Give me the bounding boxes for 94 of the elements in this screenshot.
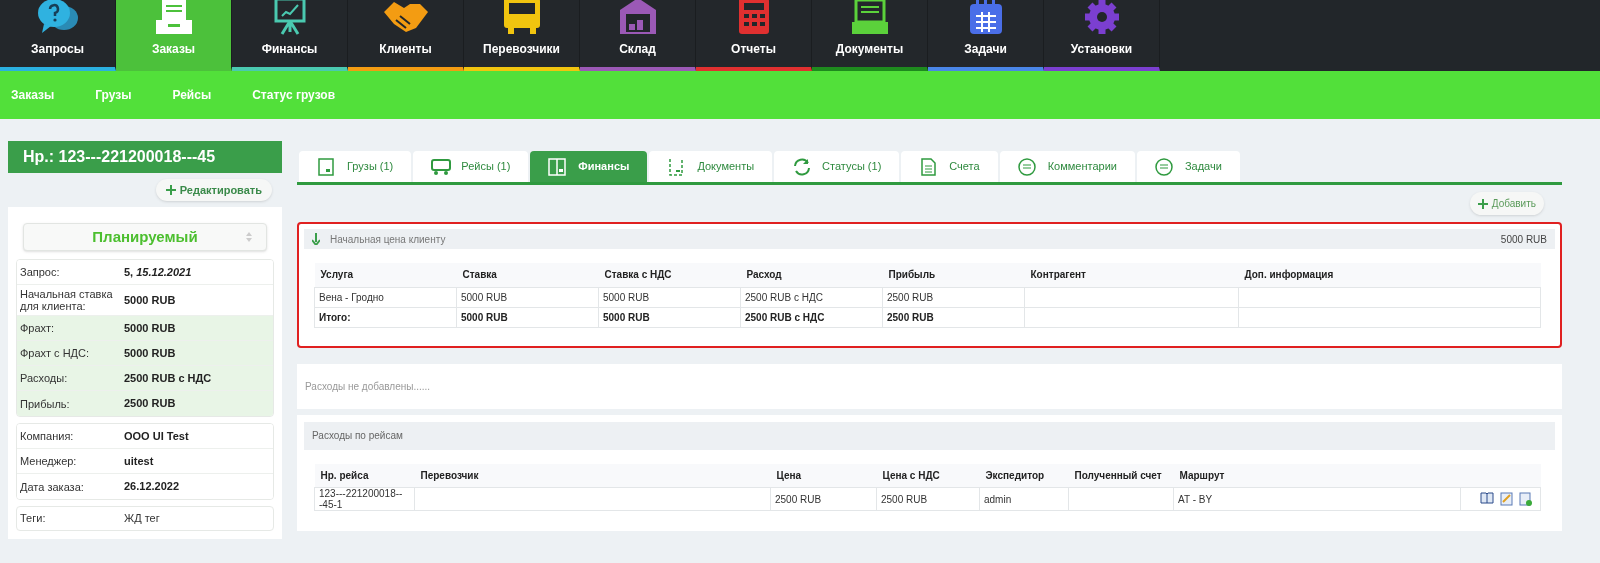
calendar-icon [967, 0, 1004, 36]
table-cell: admin [979, 487, 1069, 511]
calculator-icon [736, 0, 771, 36]
speech-bubble-icon [1154, 157, 1175, 176]
column-header: Перевозчик [414, 463, 771, 488]
column-header: Экспедитор [979, 463, 1069, 488]
info-label: Запрос: [19, 266, 61, 278]
help-chat-icon [35, 0, 80, 36]
table-cell: 2500 RUB с НДС [740, 307, 883, 327]
column-header: Цена с НДС [876, 463, 980, 488]
info-value: 5000 RUB [124, 292, 176, 308]
top-nav-item[interactable]: Склад [580, 0, 696, 71]
plus-icon [1477, 198, 1488, 209]
info-value: 2500 RUB с НДС [124, 370, 212, 386]
info-value: 26.12.2022 [124, 479, 180, 495]
table-cell: Вена - Гродно [314, 287, 457, 307]
tab[interactable]: Комментарии [999, 151, 1135, 182]
top-nav-item[interactable]: Документы [812, 0, 928, 71]
order-number-title: Нр.: 123---221200018---45 [8, 141, 282, 173]
info-value: uitest [124, 453, 154, 469]
column-header: Полученный счет [1068, 463, 1174, 488]
column-header: Услуга [314, 263, 457, 287]
inbox-tray-icon [153, 0, 194, 36]
section-title: Расходы по рейсам [304, 421, 1555, 450]
warehouse-icon [617, 0, 658, 36]
down-arrow-icon [312, 233, 320, 245]
tab[interactable]: Документы [649, 151, 773, 182]
info-label: Фрахт с НДС: [19, 347, 91, 359]
table-cell: 2500 RUB с НДС [740, 287, 883, 307]
edit-button[interactable]: Редактировать [155, 179, 272, 201]
panel-icon [548, 157, 569, 176]
top-nav-item[interactable]: Заказы [116, 0, 232, 71]
column-header: Ставка [456, 263, 599, 287]
table-cell: 2500 RUB [770, 487, 877, 511]
top-nav-item[interactable]: Отчеты [696, 0, 812, 71]
empty-message: Расходы не добавлены...... [297, 363, 1562, 409]
amount: 5000 RUB [1500, 232, 1547, 247]
inbox-tray-icon [849, 0, 890, 36]
tag-value: ЖД тег [124, 511, 160, 527]
tab[interactable]: Грузы (1) [299, 151, 412, 182]
info-label: Дата заказа: [19, 480, 85, 493]
top-nav-item[interactable]: Финансы [232, 0, 348, 71]
info-value: ООО UI Test [124, 428, 189, 444]
top-nav-item[interactable]: Запросы [0, 0, 116, 71]
info-label: Компания: [19, 430, 75, 442]
tab[interactable]: Счета [901, 151, 998, 182]
table-cell: 123---221200018---45-1 [314, 487, 415, 511]
info-value: 5000 RUB [124, 320, 176, 336]
add-button[interactable]: Добавить [1469, 192, 1544, 215]
column-header: Ставка с НДС [598, 263, 741, 287]
section-title: Начальная цена клиенту [330, 232, 446, 247]
gear-icon [1082, 0, 1121, 36]
table-cell: Итого: [314, 307, 457, 327]
column-header: Нр. рейса [314, 463, 415, 488]
column-header: Контрагент [1024, 263, 1239, 287]
info-label: Теги: [19, 511, 47, 527]
column-header: Расход [740, 263, 883, 287]
tab[interactable]: Задачи [1136, 151, 1240, 182]
add-document-icon[interactable] [1519, 492, 1532, 506]
tab[interactable]: Статусы (1) [774, 151, 900, 182]
top-nav-item[interactable]: Клиенты [348, 0, 464, 71]
edit-document-icon[interactable] [1500, 492, 1513, 506]
top-nav-item[interactable]: Установки [1044, 0, 1160, 71]
book-icon[interactable] [1480, 492, 1494, 504]
tab[interactable]: Рейсы (1) [413, 151, 529, 182]
sort-arrows-icon [246, 232, 252, 242]
info-label: Прибыль: [19, 397, 71, 410]
info-value: 2500 RUB [124, 396, 176, 412]
top-nav-item[interactable]: Перевозчики [464, 0, 580, 71]
tab[interactable]: Финансы [530, 151, 648, 182]
info-value: 5000 RUB [124, 345, 176, 361]
column-header: Цена [770, 463, 877, 488]
speech-bubble-icon [1017, 157, 1038, 176]
refresh-icon [792, 157, 813, 176]
info-value: 5, 15.12.2021 [124, 264, 192, 280]
table-cell: 5000 RUB [456, 307, 599, 327]
table-cell: 5000 RUB [598, 307, 741, 327]
top-nav-item[interactable]: Задачи [928, 0, 1044, 71]
plus-icon [165, 185, 176, 195]
table-cell: 2500 RUB [882, 307, 1025, 327]
table-cell: 5000 RUB [598, 287, 741, 307]
table-cell: AT - BY [1173, 487, 1461, 511]
info-label: Расходы: [19, 372, 69, 384]
table-cell: 2500 RUB [882, 287, 1025, 307]
panel-icon [317, 157, 337, 176]
info-label: Начальная ставка для клиента: [19, 288, 114, 312]
column-header: Прибыль [882, 263, 1025, 287]
column-header: Маршрут [1173, 463, 1461, 488]
table-cell: 5000 RUB [456, 287, 599, 307]
column-header: Доп. информация [1238, 263, 1541, 287]
info-label: Менеджер: [19, 455, 78, 467]
table-cell: 2500 RUB [876, 487, 980, 511]
info-label: Фрахт: [19, 322, 56, 334]
bus-icon [431, 157, 452, 176]
